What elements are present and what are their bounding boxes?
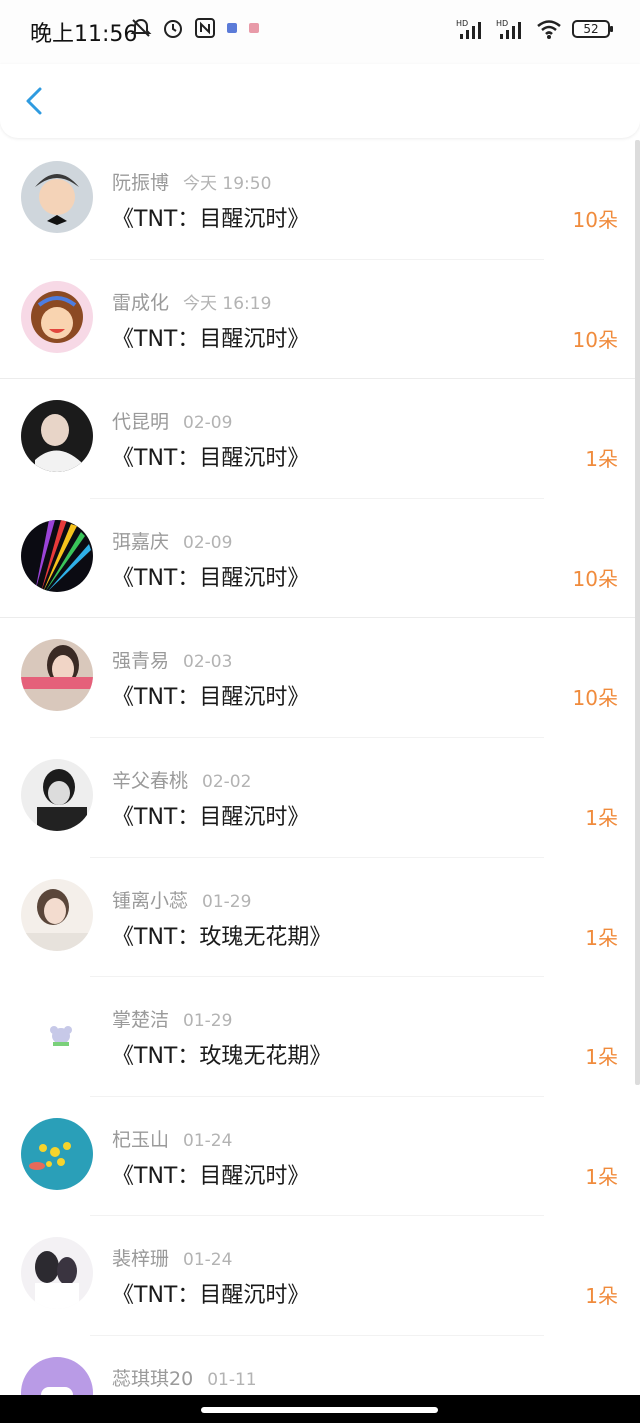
flower-count: 10朵 [572,686,618,711]
sender-name: 辛父春桃 [112,769,189,792]
status-icons-left [130,17,260,39]
send-date: 01-29 [202,891,252,912]
battery-icon: 52 [572,20,613,38]
flower-count: 1朵 [585,805,618,830]
svg-text:HD: HD [496,19,508,28]
list-item[interactable]: 掌楚洁 01-29 《TNT：玫瑰无花期》 1朵 [0,977,640,1097]
status-icons-right: HD HD 52 [456,18,613,40]
send-date: 02-03 [183,652,233,673]
scrollbar[interactable] [635,140,640,1085]
avatar[interactable] [21,1117,93,1190]
flower-count: 10朵 [572,566,618,591]
mute-bell-icon [130,18,152,37]
list-item[interactable]: 裴梓珊 01-24 《TNT：目醒沉时》 1朵 [0,1216,640,1336]
work-title: 《TNT：目醒沉时》 [112,804,310,830]
avatar[interactable] [21,1237,93,1310]
sender-name: 弭嘉庆 [112,530,170,553]
sender-name: 杞玉山 [112,1128,170,1151]
send-date: 今天 19:50 [183,174,272,194]
battery-level: 52 [583,22,599,36]
list-item[interactable]: 蕊琪琪20 01-11 [0,1336,640,1395]
list-item[interactable]: 弭嘉庆 02-09 《TNT：目醒沉时》 10朵 [0,499,640,619]
sender-name: 代昆明 [112,411,170,434]
list-item[interactable]: 代昆明 02-09 《TNT：目醒沉时》 1朵 [0,379,640,499]
work-title: 《TNT：目醒沉时》 [112,1283,310,1309]
sender-name: 雷成化 [112,291,170,314]
work-title: 《TNT：玫瑰无花期》 [112,1044,332,1070]
list-item[interactable]: 阮振博 今天 19:50 《TNT：目醒沉时》 10朵 [0,140,640,260]
app-notify-icon-2 [249,23,259,33]
signal-icon-2: HD [496,19,521,39]
flower-count: 1朵 [585,925,618,950]
flower-count: 10朵 [572,208,618,232]
sender-name: 裴梓珊 [112,1248,170,1271]
work-title: 《TNT：目醒沉时》 [112,1163,310,1189]
avatar[interactable] [21,758,93,831]
alarm-icon [164,20,182,38]
work-title: 《TNT：目醒沉时》 [112,565,310,591]
avatar[interactable] [21,998,93,1071]
work-title: 《TNT：目醒沉时》 [112,446,310,472]
list-item[interactable]: 强青易 02-03 《TNT：目醒沉时》 10朵 [0,618,640,738]
work-title: 《TNT：目醒沉时》 [112,207,310,232]
list-item[interactable]: 辛父春桃 02-02 《TNT：目醒沉时》 1朵 [0,738,640,858]
work-title: 《TNT：目醒沉时》 [112,326,310,352]
avatar[interactable] [21,639,93,712]
flower-count: 1朵 [585,1045,618,1070]
list-item[interactable]: 锺离小蕊 01-29 《TNT：玫瑰无花期》 1朵 [0,858,640,978]
sender-name: 强青易 [112,650,170,673]
flower-count: 1朵 [585,447,618,472]
send-date: 01-24 [183,1250,233,1271]
sender-name: 掌楚洁 [112,1009,170,1032]
chevron-left-icon[interactable] [18,84,52,118]
work-title: 《TNT：玫瑰无花期》 [112,924,332,950]
list-item[interactable]: 雷成化 今天 16:19 《TNT：目醒沉时》 10朵 [0,260,640,380]
list-item[interactable]: 杞玉山 01-24 《TNT：目醒沉时》 1朵 [0,1097,640,1217]
send-date: 今天 16:19 [183,293,272,314]
svg-text:HD: HD [456,19,468,28]
avatar[interactable] [21,1356,93,1395]
flower-count: 1朵 [585,1284,618,1309]
wifi-icon [537,20,561,39]
sender-name: 蕊琪琪20 [112,1367,194,1390]
signal-icon: HD [456,19,481,39]
app-notify-icon [227,23,237,33]
status-time: 晚上11:56 [30,22,138,47]
send-date: 01-24 [183,1130,233,1151]
flower-count: 10朵 [572,327,618,352]
send-date: 01-11 [207,1369,257,1390]
sender-name: 阮振博 [112,172,170,194]
sender-name: 锺离小蕊 [112,889,189,912]
status-bar: 晚上11:56 HD HD 52 [0,0,640,64]
send-date: 02-09 [183,532,233,553]
send-date: 02-09 [183,413,233,434]
header [0,64,640,138]
avatar[interactable] [21,878,93,951]
work-title: 《TNT：目醒沉时》 [112,685,310,711]
home-indicator[interactable] [201,1407,438,1413]
avatar[interactable] [21,161,93,233]
navigation-bar [0,1395,640,1423]
avatar[interactable] [21,519,93,592]
gift-record-list: 阮振博 今天 19:50 《TNT：目醒沉时》 10朵 雷成化 今天 16:19 《… [0,140,640,1395]
avatar[interactable] [21,400,93,473]
send-date: 01-29 [183,1011,233,1032]
nfc-icon [195,18,215,38]
send-date: 02-02 [202,771,252,792]
avatar[interactable] [21,280,93,353]
flower-count: 1朵 [585,1164,618,1189]
